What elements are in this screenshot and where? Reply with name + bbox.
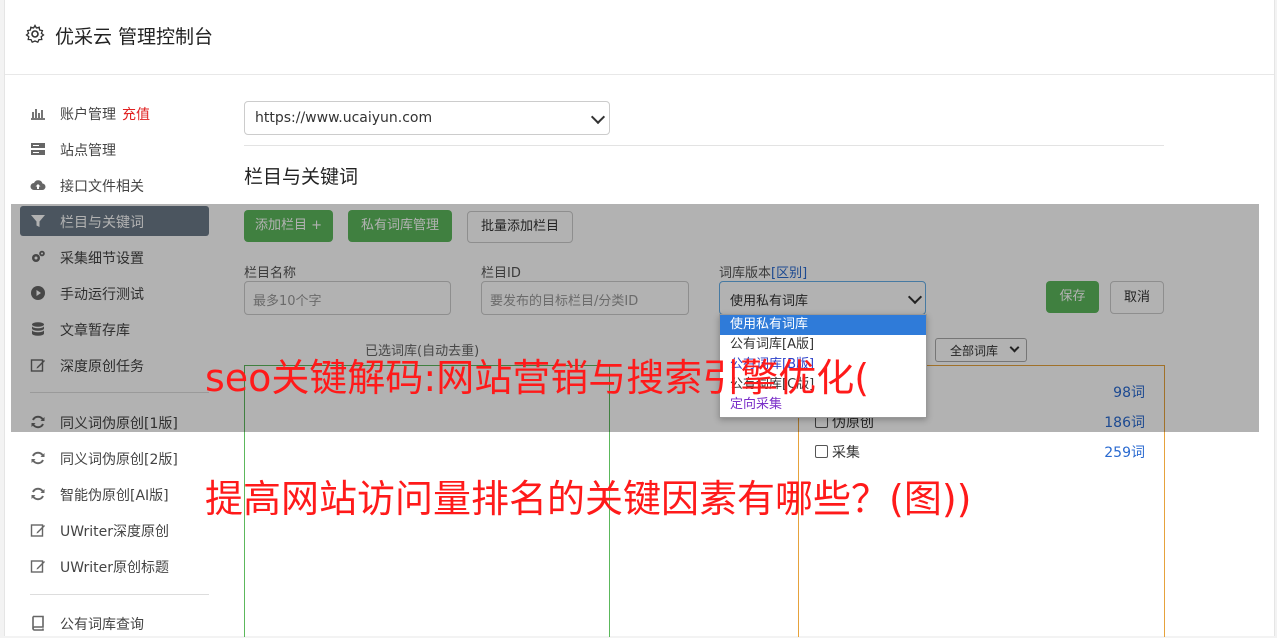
sidebar-item-ai-rewrite[interactable]: 智能伪原创[AI版] <box>20 479 209 509</box>
divider <box>244 145 1164 146</box>
column-id-placeholder: 要发布的目标栏目/分类ID <box>490 294 639 309</box>
difference-link[interactable]: [区别] <box>771 266 807 281</box>
edit-icon <box>30 524 45 537</box>
sidebar-item-collect-settings[interactable]: 采集细节设置 <box>20 242 209 272</box>
sidebar-divider <box>30 392 209 393</box>
sidebar-item-columns-keywords[interactable]: 栏目与关键词 <box>20 206 209 236</box>
save-button[interactable]: 保存 <box>1046 281 1099 313</box>
library-version-label-text: 词库版本 <box>719 266 772 281</box>
sidebar-item-label: 文章暂存库 <box>60 323 130 339</box>
library-filter-value: 全部词库 <box>950 344 999 358</box>
play-circle-icon <box>31 286 45 300</box>
refresh-icon <box>31 415 45 429</box>
sidebar-item-synonym-v1[interactable]: 同义词伪原创[1版] <box>20 407 209 437</box>
sidebar-item-interface[interactable]: 接口文件相关 <box>20 170 209 200</box>
dropdown-option[interactable]: 使用私有词库 <box>720 315 926 335</box>
sidebar-item-label: 接口文件相关 <box>60 179 144 195</box>
bar-chart-icon <box>31 109 45 120</box>
sidebar-item-article-store[interactable]: 文章暂存库 <box>20 314 209 344</box>
site-select-value: https://www.ucaiyun.com <box>255 110 433 126</box>
column-id-label: 栏目ID <box>481 266 521 281</box>
sidebar-item-label: UWriter深度原创 <box>60 524 169 540</box>
sidebar-item-label: 采集细节设置 <box>60 251 144 267</box>
column-name-label: 栏目名称 <box>244 266 297 281</box>
sidebar-item-label: 公有词库查询 <box>60 617 144 633</box>
cancel-button[interactable]: 取消 <box>1110 281 1164 314</box>
book-icon <box>32 615 44 631</box>
sidebar-divider <box>30 594 209 595</box>
refresh-icon <box>31 487 45 501</box>
server-icon <box>31 143 45 155</box>
library-word-count: 259词 <box>1104 445 1145 461</box>
chevron-down-icon <box>1009 342 1020 353</box>
library-word-count: 98词 <box>1113 385 1145 401</box>
sidebar-item-sites[interactable]: 站点管理 <box>20 134 209 164</box>
sidebar-item-label: 站点管理 <box>60 143 116 159</box>
sidebar-item-label: 深度原创任务 <box>60 359 144 375</box>
sidebar-item-label: 栏目与关键词 <box>60 215 144 231</box>
sidebar-item-uwriter-title[interactable]: UWriter原创标题 <box>20 551 209 581</box>
edit-icon <box>30 560 45 573</box>
sidebar-item-label: 账户管理 <box>60 107 116 123</box>
chevron-down-icon <box>590 109 606 125</box>
list-item[interactable]: 采集 259词 <box>815 441 1145 463</box>
app-title: 优采云 管理控制台 <box>55 26 214 48</box>
library-checkbox[interactable] <box>815 445 828 458</box>
sidebar-item-synonym-v2[interactable]: 同义词伪原创[2版] <box>20 443 209 473</box>
cloud-upload-icon <box>30 180 46 191</box>
filter-icon <box>31 215 45 227</box>
sidebar-item-uwriter-deep[interactable]: UWriter深度原创 <box>20 515 209 545</box>
sidebar-item-label: 手动运行测试 <box>60 287 144 303</box>
library-word-count: 186词 <box>1104 415 1145 431</box>
library-version-select[interactable]: 使用私有词库 <box>719 281 926 315</box>
headline-line-1: seo关键解码:网站营销与搜索引擎优化( <box>205 356 870 400</box>
library-filter-select[interactable]: 全部词库 <box>935 338 1027 362</box>
sidebar-item-label: 同义词伪原创[2版] <box>60 452 178 468</box>
chevron-down-icon <box>907 289 923 305</box>
section-title: 栏目与关键词 <box>244 166 359 188</box>
headline-line-2: 提高网站访问量排名的关键因素有哪些？(图)) <box>205 477 972 521</box>
sidebar-item-public-lib-query[interactable]: 公有词库查询 <box>20 608 209 638</box>
sidebar-item-deep-original[interactable]: 深度原创任务 <box>20 350 209 380</box>
private-library-button[interactable]: 私有词库管理 <box>348 210 452 242</box>
column-name-input[interactable]: 最多10个字 <box>244 281 451 315</box>
sidebar-item-label: 智能伪原创[AI版] <box>60 488 169 504</box>
library-name: 采集 <box>832 445 860 461</box>
sidebar-item-label: 同义词伪原创[1版] <box>60 416 178 432</box>
add-column-button[interactable]: 添加栏目 + <box>244 210 333 242</box>
cogs-icon <box>32 250 45 262</box>
recharge-link[interactable]: 充值 <box>122 107 150 123</box>
refresh-icon <box>31 451 45 465</box>
database-icon <box>32 322 44 336</box>
library-version-label: 词库版本[区别] <box>719 262 807 281</box>
sidebar-item-label: UWriter原创标题 <box>60 560 169 576</box>
sidebar-item-manual-run[interactable]: 手动运行测试 <box>20 278 209 308</box>
library-version-value: 使用私有词库 <box>730 294 809 309</box>
bulk-add-column-button[interactable]: 批量添加栏目 <box>467 211 573 243</box>
top-bar: 优采云 管理控制台 <box>5 0 1274 75</box>
site-select[interactable]: https://www.ucaiyun.com <box>244 101 610 135</box>
column-id-input[interactable]: 要发布的目标栏目/分类ID <box>481 281 689 315</box>
edit-icon <box>30 359 45 372</box>
sidebar-item-account[interactable]: 账户管理 充值 <box>20 98 209 128</box>
gear-icon <box>25 24 45 44</box>
column-name-placeholder: 最多10个字 <box>253 294 322 309</box>
